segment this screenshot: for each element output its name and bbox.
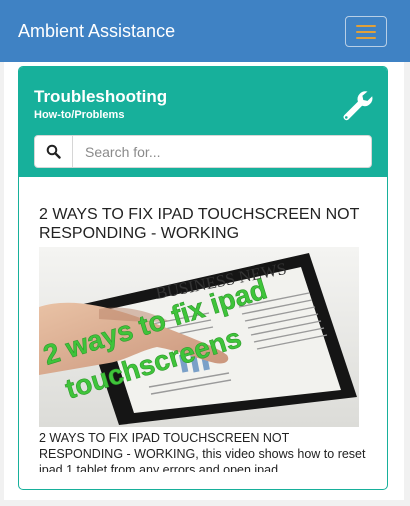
navbar: Ambient Assistance <box>0 0 410 62</box>
article-thumbnail[interactable]: BUSINESS NEWS 2 ways to fix ipad touchsc… <box>39 247 359 427</box>
menu-toggle-button[interactable] <box>345 16 387 47</box>
hamburger-icon-bar <box>356 36 376 39</box>
article-description: 2 WAYS TO FIX IPAD TOUCHSCREEN NOT RESPO… <box>39 431 366 472</box>
article-title[interactable]: 2 WAYS TO FIX IPAD TOUCHSCREEN NOT RESPO… <box>39 205 369 243</box>
search-icon[interactable] <box>35 136 73 167</box>
search-input[interactable] <box>73 136 371 167</box>
troubleshooting-panel: Troubleshooting How-to/Problems 2 WAYS T… <box>18 66 388 490</box>
hamburger-icon <box>356 24 376 27</box>
panel-subtitle: How-to/Problems <box>34 109 125 121</box>
panel-header: Troubleshooting How-to/Problems <box>19 67 387 177</box>
app-brand[interactable]: Ambient Assistance <box>18 20 175 42</box>
wrench-icon <box>343 91 373 121</box>
search-bar <box>34 135 372 168</box>
hamburger-icon-bar <box>356 30 376 33</box>
panel-title: Troubleshooting <box>34 87 168 106</box>
ipad-thumbnail-image: BUSINESS NEWS 2 ways to fix ipad touchsc… <box>39 247 359 427</box>
page-container: Troubleshooting How-to/Problems 2 WAYS T… <box>4 62 404 500</box>
